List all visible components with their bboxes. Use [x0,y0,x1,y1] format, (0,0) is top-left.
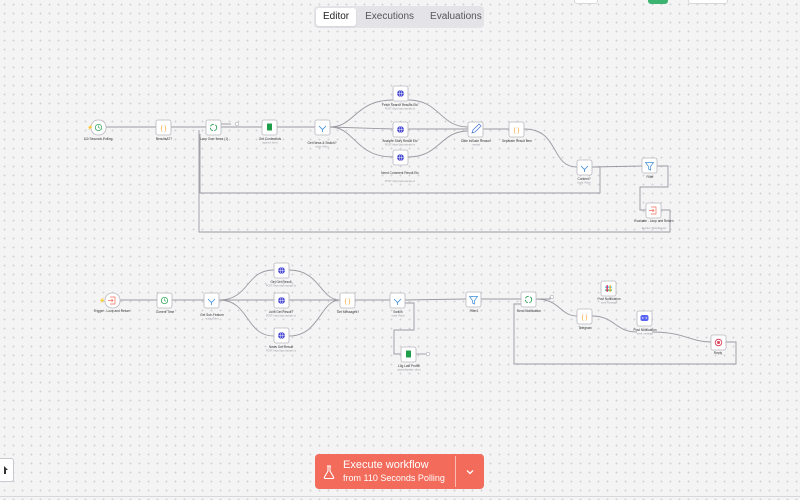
node-need-comment[interactable]: Need Comment Result Etc POST: https://ap… [381,149,419,183]
svg-text:POST: https://api.example.io: POST: https://api.example.io [385,108,416,111]
chevron-down-icon [466,469,474,474]
svg-text:Need Comment Result Etc: Need Comment Result Etc [381,171,419,175]
node-results[interactable]: { } ResultsAT? [155,119,172,141]
node-content[interactable]: Content? mode: Rules [576,159,593,185]
svg-text:POST: https://api.example.io: POST: https://api.example.io [385,144,416,147]
node-telegram[interactable]: { } Telegram [576,308,593,330]
execute-main[interactable]: Execute workflow from 110 Seconds Pollin… [315,454,455,489]
svg-text:mode: Rules: mode: Rules [577,182,591,185]
node-get-contentfuls[interactable]: Get Contentfuls append: sheet [259,119,282,145]
node-get-result-2[interactable]: Joint Get Result? POST: https://api.exam… [266,292,297,318]
svg-text:append/update: sheet: append/update: sheet [397,369,420,372]
execute-workflow-button[interactable]: Execute workflow from 110 Seconds Pollin… [315,454,484,489]
workflow-canvas[interactable]: 110 Seconds Polling ⚡ { } ResultsAT? Loo… [0,0,800,500]
sheets-icon [406,350,411,358]
node-slack-post[interactable]: Post Notification send: message [597,280,621,305]
node-send-notification[interactable]: Send Notification [517,291,555,313]
svg-text:Get Messages?: Get Messages? [337,310,360,314]
svg-text:POST: https://api.example.io: POST: https://api.example.io [266,285,297,288]
node-get-result-3[interactable]: News Get Result POST: https://api.exampl… [266,327,297,353]
svg-text:POST: https://api.example.io: POST: https://api.example.io [385,180,416,183]
svg-text:Send Notification: Send Notification [517,309,541,313]
svg-text:POST: https://api.example.io: POST: https://api.example.io [266,315,297,318]
node-analyze-story[interactable]: Analyze Story Result Etc POST: https://a… [382,121,418,147]
canvas-bottom-border [0,496,800,497]
svg-text:Filter1: Filter1 [470,309,479,313]
svg-text:Evaluate - Loop and Return: Evaluate - Loop and Return [635,219,674,223]
discord-icon [640,315,649,321]
node-date-include-reason[interactable]: Date Include Reason manual [461,121,491,147]
svg-text:Trigger - Loop and Return: Trigger - Loop and Return [94,309,131,313]
node-separate-result[interactable]: { } Separate Result Item [502,121,532,143]
sheets-icon [267,123,272,131]
node-trigger-loop[interactable]: Trigger - Loop and Return ⚡ [94,292,131,313]
node-discord-post[interactable]: Post Notification send: message [633,310,657,336]
node-reply-stop[interactable]: Reply [710,334,727,355]
svg-text:Separate Result Item: Separate Result Item [502,139,532,143]
svg-text:Get News & Switch?: Get News & Switch? [307,141,336,145]
svg-text:send: message: send: message [637,333,654,336]
node-loop-over-items[interactable]: Loop Over Items (1) [200,119,240,141]
svg-text:News Get Result: News Get Result [269,345,293,349]
svg-text:Reorder: Write/Returns: Reorder: Write/Returns [642,227,667,230]
svg-text:Content?: Content? [578,177,591,181]
node-polling-trigger[interactable]: 110 Seconds Polling ⚡ [84,119,113,141]
svg-text:⚡: ⚡ [87,124,93,131]
execute-subtitle: from 110 Seconds Polling [343,472,445,483]
svg-text:Date Include Reason: Date Include Reason [461,139,491,143]
svg-text:⚡: ⚡ [99,297,105,304]
svg-text:ResultsAT?: ResultsAT? [156,137,172,141]
svg-text:Get Sub-Feature: Get Sub-Feature [200,313,224,317]
node-get-news-switch[interactable]: Get News & Switch? mode: Rules [307,119,337,149]
svg-text:Get Contentfuls: Get Contentfuls [259,137,282,141]
pointer-icon [4,466,8,474]
svg-text:POST: https://api.example.io: POST: https://api.example.io [266,350,297,353]
code-icon: { } [161,126,167,132]
node-get-result-1[interactable]: Get Get Result POST: https://api.example… [266,262,297,288]
code-icon: { } [514,128,520,134]
svg-text:Current Time: Current Time [156,310,175,314]
code-icon: { } [345,299,351,305]
svg-text:manual: manual [472,144,480,147]
node-log-last-profile[interactable]: Log Last Profile append/update: sheet [397,346,431,372]
svg-text:Switch: Switch [393,310,403,314]
svg-text:Post Notification: Post Notification [633,328,656,332]
node-fetch-search[interactable]: Fetch Search Results Etc POST: https://a… [382,85,418,111]
node-get-sub-feature[interactable]: Get Sub-Feature mode: Rules [200,292,224,321]
svg-text:Filter: Filter [646,175,654,179]
svg-text:Log Last Profile: Log Last Profile [398,364,420,368]
svg-text:mode: Rules: mode: Rules [205,318,219,321]
svg-text:Telegram: Telegram [578,326,591,330]
code-icon: { } [582,315,588,321]
flask-icon [323,464,335,479]
svg-text:append: sheet: append: sheet [262,142,277,145]
node-label: 110 Seconds Polling [84,137,113,141]
svg-text:Analyze Story Result Etc: Analyze Story Result Etc [382,139,417,143]
execute-title: Execute workflow [343,458,429,471]
svg-text:send: message: send: message [601,302,618,305]
node-switch[interactable]: Switch mode: Rules [389,292,406,318]
svg-text:Fetch Search Results Etc: Fetch Search Results Etc [382,103,418,107]
svg-text:Joint Get Result?: Joint Get Result? [269,310,294,314]
node-filter1[interactable]: Filter1 [465,291,482,313]
canvas-tool-button[interactable] [0,458,14,482]
svg-text:Loop Over Items (1): Loop Over Items (1) [200,137,228,141]
svg-text:Get Get Result: Get Get Result [270,280,291,284]
node-filter[interactable]: Filter [641,157,658,179]
execute-dropdown-button[interactable] [456,454,484,489]
svg-text:mode: Rules: mode: Rules [391,315,405,318]
node-current-time[interactable]: Current Time [156,292,175,314]
svg-text:Reply: Reply [714,351,723,355]
svg-text:mode: Rules: mode: Rules [315,146,329,149]
node-get-messages[interactable]: { } Get Messages? [337,292,360,314]
svg-text:Post Notification: Post Notification [597,297,620,301]
